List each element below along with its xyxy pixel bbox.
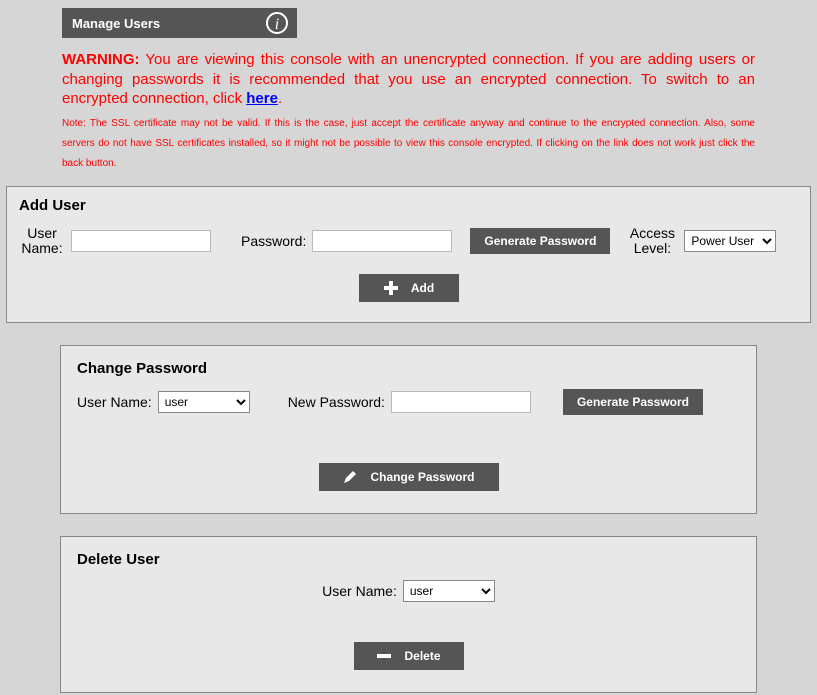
du-button-row: Delete [77,642,740,670]
delete-user-panel: Delete User User Name: user Delete [60,536,757,693]
info-icon[interactable]: i [265,11,289,35]
page-banner: Manage Users i [62,8,297,38]
cp-button-row: Change Password [77,463,740,491]
minus-icon [376,648,392,664]
page-title: Manage Users [72,16,160,31]
generate-password-button[interactable]: Generate Password [470,228,610,254]
change-password-button[interactable]: Change Password [319,463,499,491]
password-label: Password: [241,233,306,249]
add-button[interactable]: Add [359,274,459,302]
add-user-title: Add User [19,197,798,214]
add-user-row: UserName: Password: Generate Password Ac… [19,226,798,257]
plus-icon [383,280,399,296]
change-password-row: User Name: user New Password: Generate P… [77,389,740,415]
du-username-select[interactable]: user [403,580,495,602]
svg-text:i: i [275,16,279,33]
cp-newpassword-input[interactable] [391,391,531,413]
du-username-label: User Name: [322,583,397,599]
add-user-panel: Add User UserName: Password: Generate Pa… [6,186,811,324]
change-password-panel: Change Password User Name: user New Pass… [60,345,757,514]
cp-generate-password-button[interactable]: Generate Password [563,389,703,415]
warning-text: You are viewing this console with an une… [62,51,755,107]
access-level-select[interactable]: Power User [684,230,776,252]
username-input[interactable] [71,230,211,252]
cp-newpassword-label: New Password: [288,394,385,410]
delete-user-title: Delete User [77,551,740,568]
change-password-title: Change Password [77,360,740,377]
warning-label: WARNING: [62,51,140,68]
encrypted-link[interactable]: here [246,90,278,107]
cp-username-select[interactable]: user [158,391,250,413]
delete-user-row: User Name: user [77,580,740,602]
warning-after: . [278,90,282,107]
warning-message: WARNING: You are viewing this console wi… [62,50,755,109]
ssl-note: Note: The SSL certificate may not be val… [62,114,755,174]
access-level-label: AccessLevel: [626,226,678,257]
delete-button[interactable]: Delete [354,642,464,670]
username-label: UserName: [19,226,65,257]
password-input[interactable] [312,230,452,252]
pencil-icon [342,469,358,485]
cp-username-label: User Name: [77,394,152,410]
add-button-row: Add [19,274,798,302]
